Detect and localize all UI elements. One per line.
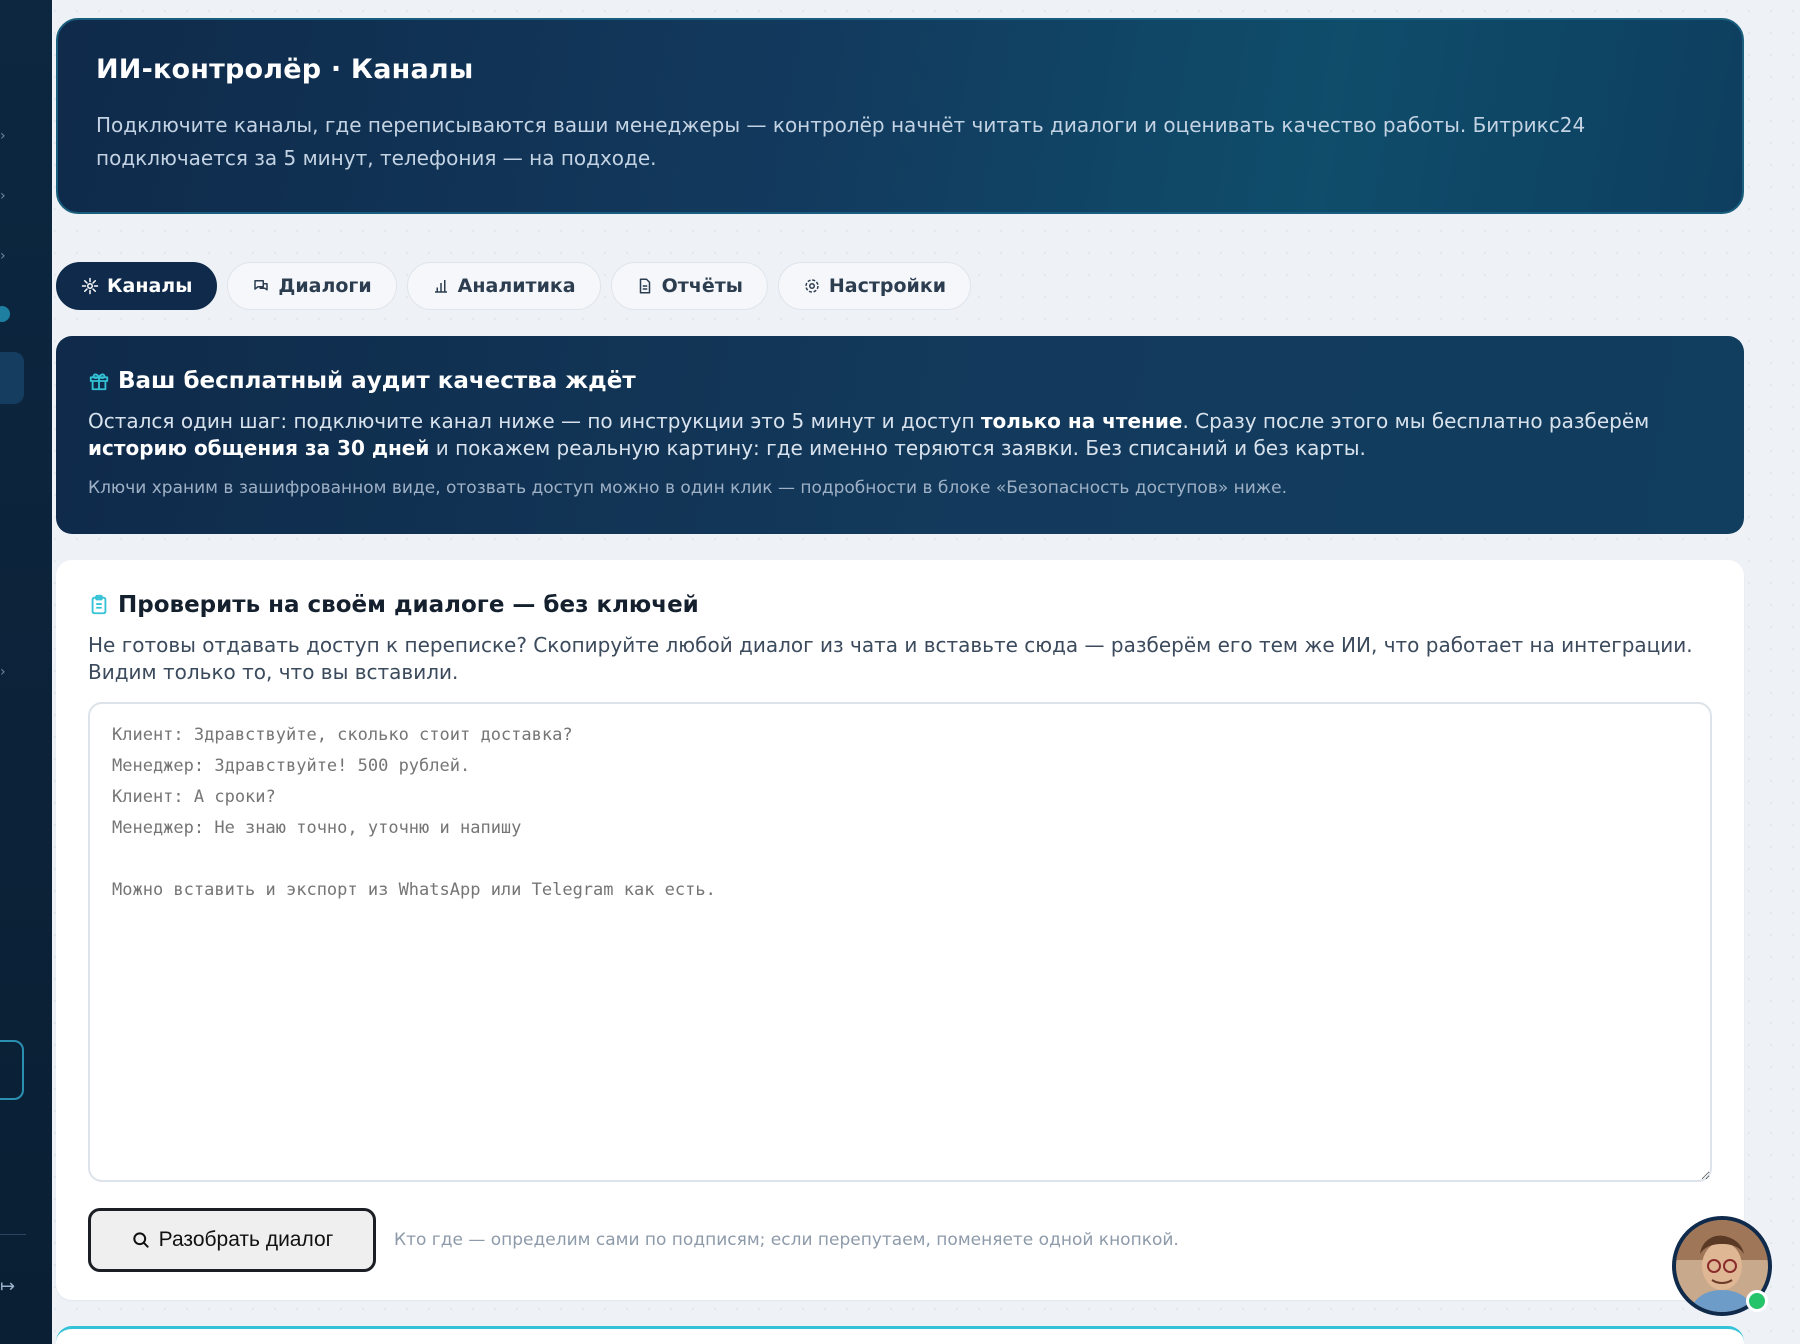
page-title: ИИ-контролёр · Каналы [96,54,474,85]
logout-icon[interactable]: ↦ [0,1276,15,1297]
tab-dialogs[interactable]: Диалоги [227,262,397,310]
audit-text-part: Остался один шаг: подключите канал ниже … [88,409,981,433]
audit-text-bold: только на чтение [980,409,1183,433]
clipboard-icon [91,594,107,615]
sidebar-item-highlighted[interactable] [0,1040,24,1100]
audit-text-part: и покажем реальную картину: где именно т… [429,436,1366,460]
gift-icon [89,373,109,391]
left-sidebar: › › › › ↦ [0,0,52,1344]
check-title-text: Проверить на своём диалоге — без ключей [118,592,699,618]
tab-reports[interactable]: Отчёты [610,262,768,310]
check-dialog-card: Проверить на своём диалоге — без ключей … [56,560,1744,1300]
chevron-right-icon[interactable]: › [0,665,10,679]
audit-title: Ваш бесплатный аудит качества ждёт [88,368,1712,394]
bar-chart-icon [434,280,447,293]
tab-label: Настройки [828,275,947,297]
check-description: Не готовы отдавать доступ к переписке? С… [88,633,1693,684]
audit-text: Остался один шаг: подключите канал ниже … [88,408,1712,462]
tab-label: Диалоги [278,275,372,297]
tab-channels[interactable]: Каналы [56,262,218,310]
audit-text-part: . Сразу после этого мы бесплатно разберё… [1182,409,1650,433]
tab-analytics[interactable]: Аналитика [406,262,601,310]
tab-bar: Каналы Диалоги Аналитика Отчёты Настройк… [56,262,972,310]
analyze-dialog-label: Разобрать диалог [158,1228,334,1251]
chevron-right-icon[interactable]: › [0,129,10,143]
tab-label: Каналы [107,275,193,297]
analyze-hint: Кто где — определим сами по подписям; ес… [394,1230,1179,1250]
page-description: Подключите каналы, где переписываются ва… [96,113,1586,170]
sidebar-divider [0,1234,26,1235]
audit-security-note: Ключи храним в зашифрованном виде, отозв… [88,478,1287,498]
check-title: Проверить на своём диалоге — без ключей [88,592,1712,618]
channels-icon [81,277,99,295]
tab-label: Аналитика [457,275,576,297]
page-header: ИИ-контролёр · Каналы Подключите каналы,… [56,18,1744,214]
online-status-indicator [1746,1290,1768,1312]
chat-icon [254,280,269,291]
search-icon [133,1232,149,1248]
gear-icon [805,279,819,293]
sidebar-indicator [0,306,10,322]
audit-text-bold: историю общения за 30 дней [88,436,430,460]
audit-title-text: Ваш бесплатный аудит качества ждёт [118,368,636,394]
check-actions: Разобрать диалог Кто где — определим сам… [88,1208,1712,1272]
next-card-edge [56,1326,1744,1344]
tab-label: Отчёты [661,275,743,297]
chevron-right-icon[interactable]: › [0,189,10,203]
dialog-input[interactable] [88,702,1712,1182]
audit-banner: Ваш бесплатный аудит качества ждёт Остал… [56,336,1744,534]
analyze-dialog-button[interactable]: Разобрать диалог [88,1208,376,1272]
tab-settings[interactable]: Настройки [777,262,972,310]
sidebar-item-active[interactable] [0,352,24,404]
document-icon [639,278,650,294]
chevron-right-icon[interactable]: › [0,249,10,263]
